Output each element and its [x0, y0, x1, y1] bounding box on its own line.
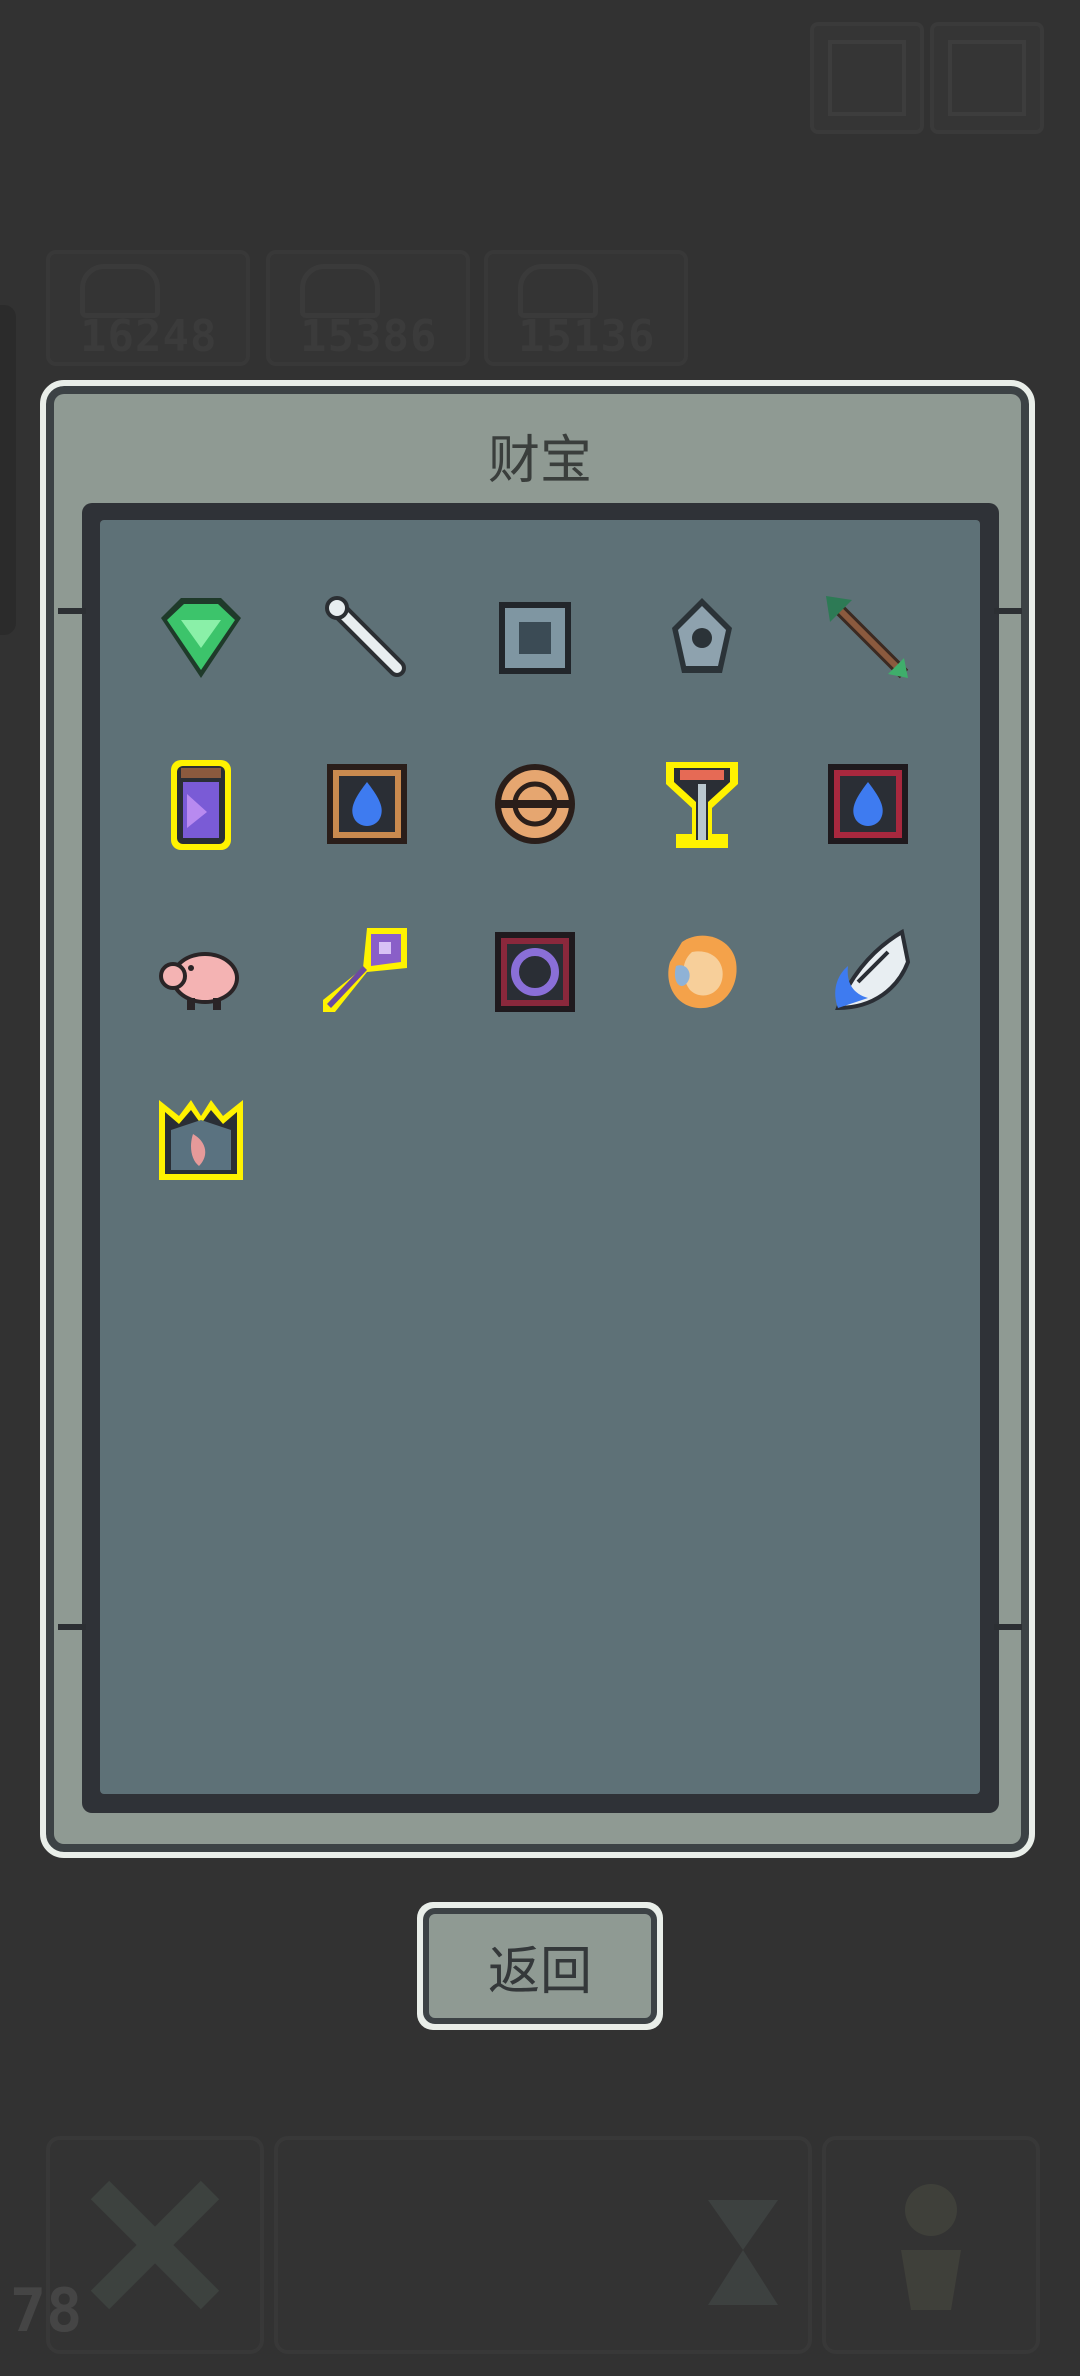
resource-value: 15136	[518, 311, 656, 362]
treasure-item[interactable]	[808, 744, 928, 864]
treasure-item[interactable]	[642, 744, 762, 864]
resource-chip: 15386	[266, 250, 470, 366]
egg-icon	[668, 935, 737, 1009]
stone-tablet-icon	[499, 602, 571, 674]
blue-flame-tome-icon	[828, 764, 908, 844]
rail-left-bottom	[58, 1624, 86, 1630]
treasure-item[interactable]	[307, 578, 427, 698]
gear-bat-icon	[672, 598, 732, 673]
purple-key-icon	[323, 928, 407, 1012]
face-icon	[518, 264, 598, 318]
arrow-icon	[826, 596, 909, 679]
rail-right-bottom	[994, 1624, 1022, 1630]
crown-icon	[159, 1100, 243, 1180]
back-button[interactable]: 返回	[417, 1902, 663, 2030]
menu-button[interactable]	[810, 22, 924, 134]
chalice-icon	[666, 762, 738, 848]
treasure-item[interactable]	[307, 744, 427, 864]
face-icon	[80, 264, 160, 318]
treasure-item[interactable]	[141, 1080, 261, 1200]
treasure-item[interactable]	[642, 578, 762, 698]
back-button-label: 返回	[423, 1908, 657, 2024]
level-number: 78	[10, 2276, 83, 2346]
settings-button[interactable]	[930, 22, 1044, 134]
rail-left-top	[58, 608, 86, 614]
treasure-item[interactable]	[307, 912, 427, 1032]
potion-jar-icon	[171, 760, 231, 850]
pig-icon	[159, 952, 239, 1010]
treasure-item[interactable]	[141, 744, 261, 864]
face-icon	[300, 264, 380, 318]
wait-slot[interactable]	[274, 2136, 812, 2354]
treasure-item[interactable]	[141, 912, 261, 1032]
resource-value: 15386	[300, 311, 438, 362]
treasure-item[interactable]	[808, 578, 928, 698]
orb-ring-icon	[495, 764, 575, 844]
treasure-item[interactable]	[808, 912, 928, 1032]
resource-value: 16248	[80, 311, 218, 362]
hourglass-icon	[708, 2200, 778, 2305]
green-gem-icon	[161, 598, 241, 678]
resource-chip: 16248	[46, 250, 250, 366]
resource-chip: 15136	[484, 250, 688, 366]
purple-ring-tome-icon	[495, 932, 575, 1012]
treasure-item[interactable]	[642, 912, 762, 1032]
dialog-title: 财宝	[487, 431, 592, 491]
treasure-item[interactable]	[141, 578, 261, 698]
character-slot[interactable]	[822, 2136, 1040, 2354]
treasure-item[interactable]	[475, 912, 595, 1032]
water-tome-icon	[327, 764, 407, 844]
treasure-item[interactable]	[475, 744, 595, 864]
bone-icon	[325, 596, 406, 677]
treasure-item[interactable]	[475, 578, 595, 698]
rail-right-top	[994, 608, 1022, 614]
pawn-icon	[901, 2184, 961, 2310]
blue-wing-icon	[835, 928, 911, 1011]
